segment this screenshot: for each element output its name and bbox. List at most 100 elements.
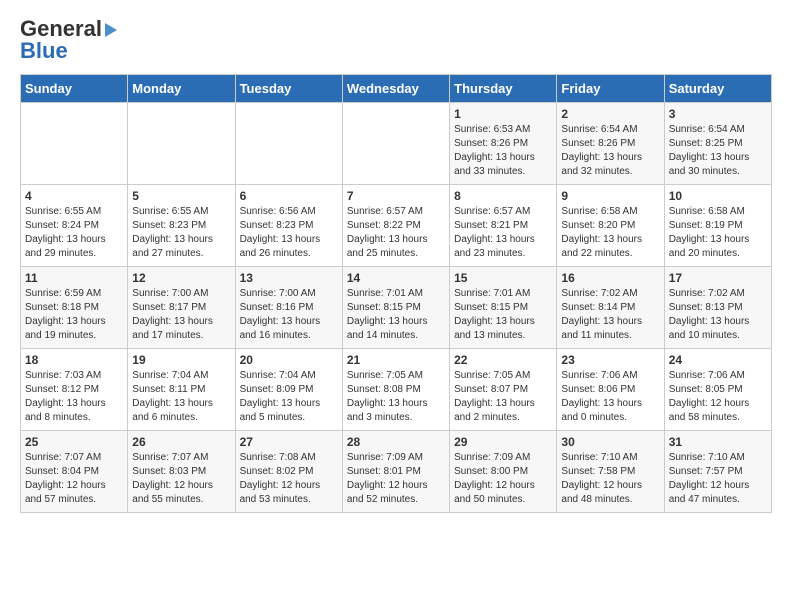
day-number: 30	[561, 435, 659, 449]
day-info: Sunrise: 7:06 AM Sunset: 8:06 PM Dayligh…	[561, 369, 659, 425]
calendar-cell: 13 Sunrise: 7:00 AM Sunset: 8:16 PM Dayli…	[235, 267, 342, 349]
day-number: 28	[347, 435, 445, 449]
calendar-cell	[342, 103, 449, 185]
day-info: Sunrise: 6:58 AM Sunset: 8:20 PM Dayligh…	[561, 205, 659, 261]
day-number: 12	[132, 271, 230, 285]
day-info: Sunrise: 7:02 AM Sunset: 8:14 PM Dayligh…	[561, 287, 659, 343]
calendar-cell: 2 Sunrise: 6:54 AM Sunset: 8:26 PM Daylig…	[557, 103, 664, 185]
day-number: 17	[669, 271, 767, 285]
calendar-cell: 12 Sunrise: 7:00 AM Sunset: 8:17 PM Dayli…	[128, 267, 235, 349]
day-of-week-header: Friday	[557, 75, 664, 103]
day-info: Sunrise: 7:04 AM Sunset: 8:09 PM Dayligh…	[240, 369, 338, 425]
day-number: 26	[132, 435, 230, 449]
calendar-cell: 30Sunrise: 7:10 AM Sunset: 7:58 PM Dayli…	[557, 431, 664, 513]
day-info: Sunrise: 7:07 AM Sunset: 8:04 PM Dayligh…	[25, 451, 123, 507]
calendar-week-row: 18Sunrise: 7:03 AM Sunset: 8:12 PM Dayli…	[21, 349, 772, 431]
calendar-cell: 17 Sunrise: 7:02 AM Sunset: 8:13 PM Dayli…	[664, 267, 771, 349]
calendar-cell	[21, 103, 128, 185]
calendar-cell: 3 Sunrise: 6:54 AM Sunset: 8:25 PM Daylig…	[664, 103, 771, 185]
day-info: Sunrise: 7:06 AM Sunset: 8:05 PM Dayligh…	[669, 369, 767, 425]
calendar-cell: 31Sunrise: 7:10 AM Sunset: 7:57 PM Dayli…	[664, 431, 771, 513]
day-number: 20	[240, 353, 338, 367]
calendar-cell: 8 Sunrise: 6:57 AM Sunset: 8:21 PM Daylig…	[450, 185, 557, 267]
day-number: 9	[561, 189, 659, 203]
calendar-cell: 9 Sunrise: 6:58 AM Sunset: 8:20 PM Daylig…	[557, 185, 664, 267]
day-number: 3	[669, 107, 767, 121]
day-info: Sunrise: 7:08 AM Sunset: 8:02 PM Dayligh…	[240, 451, 338, 507]
calendar-cell	[128, 103, 235, 185]
calendar-cell: 11Sunrise: 6:59 AM Sunset: 8:18 PM Dayli…	[21, 267, 128, 349]
calendar-cell: 6 Sunrise: 6:56 AM Sunset: 8:23 PM Daylig…	[235, 185, 342, 267]
day-number: 31	[669, 435, 767, 449]
day-number: 21	[347, 353, 445, 367]
day-info: Sunrise: 6:56 AM Sunset: 8:23 PM Dayligh…	[240, 205, 338, 261]
day-info: Sunrise: 7:05 AM Sunset: 8:07 PM Dayligh…	[454, 369, 552, 425]
day-info: Sunrise: 6:55 AM Sunset: 8:23 PM Dayligh…	[132, 205, 230, 261]
calendar-cell: 7 Sunrise: 6:57 AM Sunset: 8:22 PM Daylig…	[342, 185, 449, 267]
day-info: Sunrise: 6:58 AM Sunset: 8:19 PM Dayligh…	[669, 205, 767, 261]
calendar-cell: 25 Sunrise: 7:07 AM Sunset: 8:04 PM Dayli…	[21, 431, 128, 513]
day-of-week-header: Sunday	[21, 75, 128, 103]
calendar-week-row: 4Sunrise: 6:55 AM Sunset: 8:24 PM Daylig…	[21, 185, 772, 267]
calendar-week-row: 11Sunrise: 6:59 AM Sunset: 8:18 PM Dayli…	[21, 267, 772, 349]
day-info: Sunrise: 6:57 AM Sunset: 8:21 PM Dayligh…	[454, 205, 552, 261]
calendar-cell: 18Sunrise: 7:03 AM Sunset: 8:12 PM Dayli…	[21, 349, 128, 431]
day-info: Sunrise: 7:01 AM Sunset: 8:15 PM Dayligh…	[347, 287, 445, 343]
day-number: 14	[347, 271, 445, 285]
day-info: Sunrise: 7:01 AM Sunset: 8:15 PM Dayligh…	[454, 287, 552, 343]
day-number: 13	[240, 271, 338, 285]
day-info: Sunrise: 7:02 AM Sunset: 8:13 PM Dayligh…	[669, 287, 767, 343]
day-of-week-header: Saturday	[664, 75, 771, 103]
day-info: Sunrise: 6:54 AM Sunset: 8:25 PM Dayligh…	[669, 123, 767, 179]
calendar-week-row: 25 Sunrise: 7:07 AM Sunset: 8:04 PM Dayli…	[21, 431, 772, 513]
day-number: 29	[454, 435, 552, 449]
calendar-cell: 21Sunrise: 7:05 AM Sunset: 8:08 PM Dayli…	[342, 349, 449, 431]
day-number: 6	[240, 189, 338, 203]
day-info: Sunrise: 6:57 AM Sunset: 8:22 PM Dayligh…	[347, 205, 445, 261]
day-number: 23	[561, 353, 659, 367]
day-info: Sunrise: 7:03 AM Sunset: 8:12 PM Dayligh…	[25, 369, 123, 425]
calendar-cell: 5 Sunrise: 6:55 AM Sunset: 8:23 PM Daylig…	[128, 185, 235, 267]
day-number: 1	[454, 107, 552, 121]
calendar-cell: 28 Sunrise: 7:09 AM Sunset: 8:01 PM Dayli…	[342, 431, 449, 513]
calendar-cell: 16 Sunrise: 7:02 AM Sunset: 8:14 PM Dayli…	[557, 267, 664, 349]
calendar-cell: 22Sunrise: 7:05 AM Sunset: 8:07 PM Dayli…	[450, 349, 557, 431]
day-of-week-header: Wednesday	[342, 75, 449, 103]
calendar-cell: 27 Sunrise: 7:08 AM Sunset: 8:02 PM Dayli…	[235, 431, 342, 513]
calendar-cell	[235, 103, 342, 185]
calendar-cell: 23 Sunrise: 7:06 AM Sunset: 8:06 PM Dayli…	[557, 349, 664, 431]
day-number: 19	[132, 353, 230, 367]
day-info: Sunrise: 6:54 AM Sunset: 8:26 PM Dayligh…	[561, 123, 659, 179]
logo: General Blue	[20, 16, 117, 64]
day-number: 15	[454, 271, 552, 285]
calendar-cell: 10Sunrise: 6:58 AM Sunset: 8:19 PM Dayli…	[664, 185, 771, 267]
calendar-week-row: 1 Sunrise: 6:53 AM Sunset: 8:26 PM Daylig…	[21, 103, 772, 185]
calendar-cell: 20 Sunrise: 7:04 AM Sunset: 8:09 PM Dayli…	[235, 349, 342, 431]
day-info: Sunrise: 7:00 AM Sunset: 8:16 PM Dayligh…	[240, 287, 338, 343]
day-number: 5	[132, 189, 230, 203]
day-number: 16	[561, 271, 659, 285]
day-of-week-header: Tuesday	[235, 75, 342, 103]
day-of-week-header: Thursday	[450, 75, 557, 103]
day-info: Sunrise: 7:09 AM Sunset: 8:00 PM Dayligh…	[454, 451, 552, 507]
calendar-cell: 24 Sunrise: 7:06 AM Sunset: 8:05 PM Dayli…	[664, 349, 771, 431]
day-of-week-header: Monday	[128, 75, 235, 103]
calendar-cell: 4Sunrise: 6:55 AM Sunset: 8:24 PM Daylig…	[21, 185, 128, 267]
day-number: 2	[561, 107, 659, 121]
day-info: Sunrise: 6:55 AM Sunset: 8:24 PM Dayligh…	[25, 205, 123, 261]
calendar-header-row: SundayMondayTuesdayWednesdayThursdayFrid…	[21, 75, 772, 103]
day-info: Sunrise: 7:09 AM Sunset: 8:01 PM Dayligh…	[347, 451, 445, 507]
day-number: 11	[25, 271, 123, 285]
day-number: 24	[669, 353, 767, 367]
page-header: General Blue	[20, 16, 772, 64]
day-number: 8	[454, 189, 552, 203]
day-info: Sunrise: 6:53 AM Sunset: 8:26 PM Dayligh…	[454, 123, 552, 179]
calendar-cell: 26Sunrise: 7:07 AM Sunset: 8:03 PM Dayli…	[128, 431, 235, 513]
day-number: 27	[240, 435, 338, 449]
day-number: 7	[347, 189, 445, 203]
calendar-cell: 14 Sunrise: 7:01 AM Sunset: 8:15 PM Dayli…	[342, 267, 449, 349]
calendar-table: SundayMondayTuesdayWednesdayThursdayFrid…	[20, 74, 772, 513]
day-number: 25	[25, 435, 123, 449]
day-info: Sunrise: 7:00 AM Sunset: 8:17 PM Dayligh…	[132, 287, 230, 343]
calendar-cell: 15 Sunrise: 7:01 AM Sunset: 8:15 PM Dayli…	[450, 267, 557, 349]
